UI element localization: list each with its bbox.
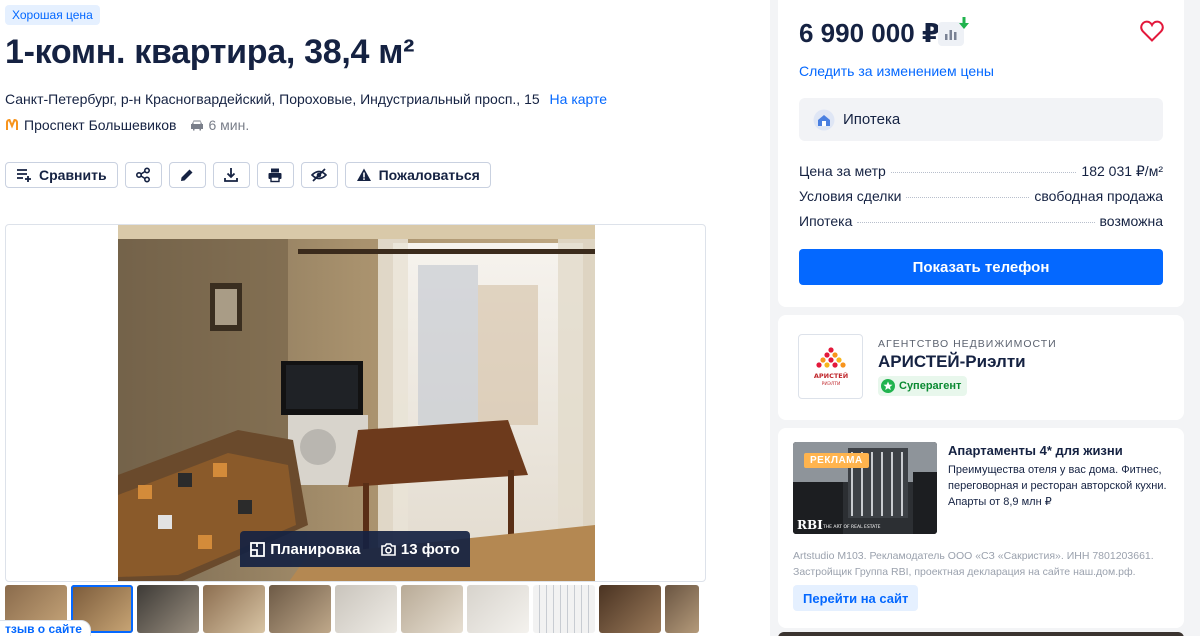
metro-icon bbox=[6, 118, 18, 130]
camera-icon bbox=[381, 542, 396, 556]
superagent-label: Суперагент bbox=[899, 380, 962, 392]
next-card-edge bbox=[778, 632, 1184, 636]
price-down-icon bbox=[959, 17, 969, 29]
metro-time: 6 мин. bbox=[208, 117, 250, 133]
ad-card: RBI THE ART OF REAL ESTATE РЕКЛАМА Апарт… bbox=[778, 428, 1184, 628]
ad-image-brand: RBI bbox=[797, 518, 823, 532]
report-label: Пожаловаться bbox=[378, 167, 480, 183]
car-icon bbox=[190, 120, 203, 131]
gallery-overlay: Планировка 13 фото bbox=[240, 531, 470, 567]
thumbnail[interactable] bbox=[533, 585, 595, 633]
thumbnail[interactable] bbox=[137, 585, 199, 633]
hide-icon bbox=[311, 168, 328, 182]
compare-label: Сравнить bbox=[39, 167, 107, 183]
action-toolbar: Сравнить Пожаловаться bbox=[5, 162, 491, 188]
agent-logo-image: АРИСТЕЙ РИЭЛТИ bbox=[813, 346, 848, 387]
star-badge-icon bbox=[881, 379, 895, 393]
ad-text: Преимущества отеля у вас дома. Фитнес, п… bbox=[948, 464, 1167, 508]
map-link[interactable]: На карте bbox=[550, 91, 608, 107]
print-button[interactable] bbox=[256, 162, 294, 188]
agent-logo-text: АРИСТЕЙ bbox=[813, 371, 847, 380]
agent-logo[interactable]: АРИСТЕЙ РИЭЛТИ bbox=[798, 334, 863, 399]
ad-legal: Artstudio M103. Рекламодатель ООО «СЗ «С… bbox=[793, 550, 1154, 578]
fact-label: Условия сделки bbox=[799, 188, 902, 204]
fact-row: Условия сделки свободная продажа bbox=[799, 188, 1163, 213]
compare-icon bbox=[17, 169, 31, 182]
download-icon bbox=[224, 168, 238, 182]
photos-count-button[interactable]: 13 фото bbox=[381, 541, 460, 558]
thumbnail[interactable] bbox=[599, 585, 661, 633]
price-facts: Цена за метр 182 031 ₽/м² Условия сделки… bbox=[799, 163, 1163, 238]
mortgage-icon bbox=[813, 109, 835, 130]
edit-icon bbox=[181, 169, 193, 181]
site-feedback-tab[interactable]: тзыв о сайте bbox=[0, 620, 91, 636]
fact-label: Цена за метр bbox=[799, 163, 886, 179]
fact-label: Ипотека bbox=[799, 213, 853, 229]
thumbnail[interactable] bbox=[203, 585, 265, 633]
thumbnail-strip bbox=[5, 585, 699, 633]
show-phone-button[interactable]: Показать телефон bbox=[799, 249, 1163, 285]
ad-image-brand-sub: THE ART OF REAL ESTATE bbox=[822, 524, 881, 530]
hide-button[interactable] bbox=[300, 162, 338, 188]
report-button[interactable]: Пожаловаться bbox=[344, 162, 491, 188]
listing-title: 1-комн. квартира, 38,4 м² bbox=[5, 33, 415, 71]
photo-gallery[interactable] bbox=[5, 224, 706, 582]
mortgage-button[interactable]: Ипотека bbox=[799, 98, 1163, 141]
chart-icon bbox=[945, 30, 957, 40]
thumbnail[interactable] bbox=[335, 585, 397, 633]
address-text: Санкт-Петербург, р-н Красногвардейский, … bbox=[5, 91, 540, 107]
fact-row: Ипотека возможна bbox=[799, 213, 1163, 238]
price: 6 990 000 ₽ bbox=[799, 18, 940, 48]
share-icon bbox=[136, 167, 151, 183]
edit-button[interactable] bbox=[168, 162, 206, 188]
thumbnail[interactable] bbox=[665, 585, 699, 633]
superagent-badge: Суперагент bbox=[878, 376, 968, 396]
print-icon bbox=[268, 168, 282, 183]
address-line: Санкт-Петербург, р-н Красногвардейский, … bbox=[5, 91, 607, 107]
share-button[interactable] bbox=[124, 162, 162, 188]
ad-visit-button[interactable]: Перейти на сайт bbox=[793, 585, 919, 611]
favorite-icon[interactable] bbox=[1140, 20, 1164, 42]
fact-row: Цена за метр 182 031 ₽/м² bbox=[799, 163, 1163, 188]
metro-station[interactable]: Проспект Большевиков bbox=[24, 117, 177, 133]
room-photo-image bbox=[118, 225, 595, 581]
price-card: 6 990 000 ₽ Следить за изменением цены И… bbox=[778, 0, 1184, 307]
floorplan-icon bbox=[250, 541, 266, 557]
thumbnail[interactable] bbox=[269, 585, 331, 633]
fact-value: 182 031 ₽/м² bbox=[1081, 163, 1163, 179]
warning-icon bbox=[356, 168, 371, 181]
ad-title[interactable]: Апартаменты 4* для жизни bbox=[948, 443, 1123, 458]
thumbnail[interactable] bbox=[467, 585, 529, 633]
fact-value: свободная продажа bbox=[1034, 188, 1163, 204]
agent-card: АРИСТЕЙ РИЭЛТИ АГЕНТСТВО НЕДВИЖИМОСТИ АР… bbox=[778, 315, 1184, 420]
agent-name[interactable]: АРИСТЕЙ-Риэлти bbox=[878, 352, 1026, 372]
floorplan-label: Планировка bbox=[270, 540, 361, 558]
agent-type: АГЕНТСТВО НЕДВИЖИМОСТИ bbox=[878, 338, 1057, 350]
ad-label: РЕКЛАМА bbox=[804, 453, 869, 468]
photos-count: 13 фото bbox=[400, 540, 460, 558]
fact-value: возможна bbox=[1099, 213, 1163, 229]
mortgage-label: Ипотека bbox=[843, 111, 901, 128]
listing-main: Хорошая цена 1-комн. квартира, 38,4 м² С… bbox=[0, 0, 770, 636]
metro-row: Проспект Большевиков 6 мин. bbox=[5, 117, 249, 133]
main-photo[interactable] bbox=[118, 225, 595, 581]
good-price-badge: Хорошая цена bbox=[5, 5, 100, 25]
follow-price-link[interactable]: Следить за изменением цены bbox=[799, 63, 994, 79]
thumbnail[interactable] bbox=[401, 585, 463, 633]
floorplan-button[interactable]: Планировка bbox=[250, 540, 361, 558]
compare-button[interactable]: Сравнить bbox=[5, 162, 118, 188]
agent-logo-subtext: РИЭЛТИ bbox=[821, 381, 840, 387]
download-button[interactable] bbox=[212, 162, 250, 188]
